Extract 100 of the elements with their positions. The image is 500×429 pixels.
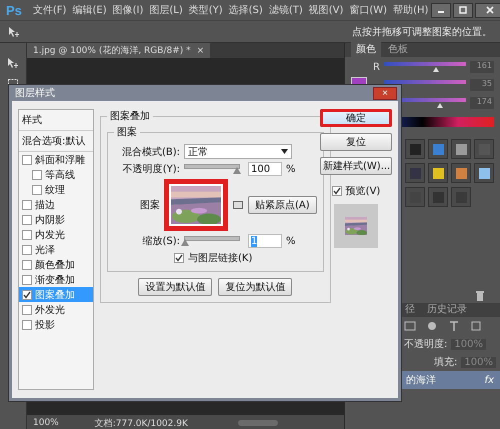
section-title: 图案叠加: [109, 110, 151, 123]
field-label: 混合模式(B):: [120, 146, 180, 158]
scale-slider[interactable]: [184, 236, 240, 246]
style-item[interactable]: 外发光: [19, 302, 93, 317]
text-filter-icon[interactable]: [448, 320, 460, 332]
checkbox[interactable]: [22, 274, 32, 284]
style-item[interactable]: 图案叠加: [19, 287, 93, 302]
channel-value[interactable]: 161: [470, 61, 494, 73]
pattern-picker[interactable]: [164, 179, 228, 231]
panel-tab[interactable]: 颜色: [351, 41, 381, 57]
style-label: 渐变叠加: [35, 274, 75, 286]
style-swatch[interactable]: [474, 163, 494, 183]
style-item[interactable]: 投影: [19, 317, 93, 332]
ok-button[interactable]: 确定: [320, 109, 392, 127]
blend-mode-dropdown[interactable]: 正常: [184, 144, 292, 159]
style-item[interactable]: 内发光: [19, 227, 93, 242]
menu-item[interactable]: 窗口(W): [346, 3, 390, 17]
circle-filter-icon[interactable]: [426, 320, 438, 332]
menu-item[interactable]: 视图(V): [306, 3, 346, 17]
checkbox[interactable]: [22, 260, 32, 270]
style-item[interactable]: 内阴影: [19, 212, 93, 227]
channel-value[interactable]: 35: [470, 79, 494, 91]
close-button[interactable]: [475, 2, 500, 18]
checkbox[interactable]: [22, 290, 32, 300]
panel-tab[interactable]: 历史记录: [422, 301, 472, 317]
checkbox[interactable]: [32, 184, 42, 194]
opacity-input[interactable]: 100: [248, 162, 282, 176]
style-swatch[interactable]: [474, 139, 494, 159]
default-button[interactable]: 复位为默认值: [218, 278, 292, 296]
tool-hint: 点按并拖移可调整图案的位置。: [352, 26, 492, 38]
style-swatch[interactable]: [451, 163, 471, 183]
channel-value[interactable]: 174: [470, 97, 494, 109]
close-button[interactable]: ×: [373, 86, 397, 100]
menu-item[interactable]: 选择(S): [226, 3, 266, 17]
color-slider[interactable]: [384, 62, 466, 72]
menu-item[interactable]: 图像(I): [110, 3, 146, 17]
menu-item[interactable]: 滤镜(T): [266, 3, 306, 17]
style-item[interactable]: 渐变叠加: [19, 272, 93, 287]
new-preset-icon[interactable]: [232, 199, 244, 211]
scale-input[interactable]: 1: [248, 234, 282, 248]
blend-options-item[interactable]: 混合选项:默认: [19, 131, 93, 152]
style-item[interactable]: 纹理: [19, 182, 93, 197]
panel-tab[interactable]: 径: [400, 301, 420, 317]
field-label: 缩放(S):: [141, 234, 180, 248]
channel-label: R: [373, 62, 380, 72]
app-logo[interactable]: Ps: [0, 2, 30, 18]
style-item[interactable]: 等高线: [19, 167, 93, 182]
style-item[interactable]: 颜色叠加: [19, 257, 93, 272]
maximize-button[interactable]: [453, 2, 474, 18]
style-swatch[interactable]: [405, 187, 425, 207]
slider-thumb[interactable]: [181, 239, 190, 246]
layer-row[interactable]: 的海洋 fx: [400, 371, 500, 389]
style-swatch[interactable]: [428, 139, 448, 159]
caret-icon[interactable]: [281, 149, 288, 154]
style-label: 图案叠加: [35, 288, 75, 302]
checkbox[interactable]: [22, 320, 32, 330]
new-style-button[interactable]: 新建样式(W)...: [320, 157, 392, 175]
close-icon[interactable]: [486, 6, 494, 14]
unit-label: %: [286, 236, 296, 246]
style-swatch[interactable]: [405, 163, 425, 183]
style-label: 内阴影: [35, 214, 65, 226]
menu-item[interactable]: 文件(F): [30, 3, 70, 17]
menu-item[interactable]: 帮助(H): [390, 3, 432, 17]
panel-tab[interactable]: 色板: [383, 41, 413, 57]
checkbox[interactable]: [22, 154, 32, 164]
document-tab[interactable]: 1.jpg @ 100% (花的海洋, RGB/8#) * ×: [27, 43, 210, 58]
checkbox[interactable]: [22, 214, 32, 224]
style-item[interactable]: 斜面和浮雕: [19, 152, 93, 167]
checkbox[interactable]: [32, 170, 42, 180]
style-label: 斜面和浮雕: [35, 154, 85, 166]
checkbox[interactable]: [22, 304, 32, 314]
style-swatch[interactable]: [451, 139, 471, 159]
style-swatch[interactable]: [405, 139, 425, 159]
image-filter-icon[interactable]: [404, 320, 416, 332]
style-swatch[interactable]: [428, 187, 448, 207]
move-tool-icon[interactable]: [7, 57, 19, 69]
snap-to-origin-button[interactable]: 贴紧原点(A): [248, 196, 317, 214]
style-swatch[interactable]: [451, 187, 471, 207]
move-tool-icon[interactable]: [8, 26, 20, 38]
close-tab-icon[interactable]: ×: [196, 46, 204, 56]
minimize-button[interactable]: [431, 2, 452, 18]
reset-button[interactable]: 复位: [320, 133, 392, 151]
menu-item[interactable]: 类型(Y): [186, 3, 226, 17]
style-item[interactable]: 光泽: [19, 242, 93, 257]
menu-item[interactable]: 编辑(E): [69, 3, 110, 17]
checkbox[interactable]: [174, 253, 184, 263]
style-swatch[interactable]: [428, 163, 448, 183]
style-label: 纹理: [45, 184, 65, 196]
delete-icon[interactable]: [474, 290, 486, 302]
checkbox[interactable]: [22, 200, 32, 210]
maximize-icon[interactable]: [459, 6, 468, 14]
checkbox[interactable]: [332, 186, 342, 196]
menu-item[interactable]: 图层(L): [146, 3, 186, 17]
style-label: 光泽: [35, 244, 55, 256]
checkbox[interactable]: [22, 244, 32, 254]
style-label: 描边: [35, 198, 55, 212]
style-item[interactable]: 描边: [19, 197, 93, 212]
shape-filter-icon[interactable]: [470, 320, 482, 332]
checkbox[interactable]: [22, 230, 32, 240]
default-button[interactable]: 设置为默认值: [138, 278, 212, 296]
